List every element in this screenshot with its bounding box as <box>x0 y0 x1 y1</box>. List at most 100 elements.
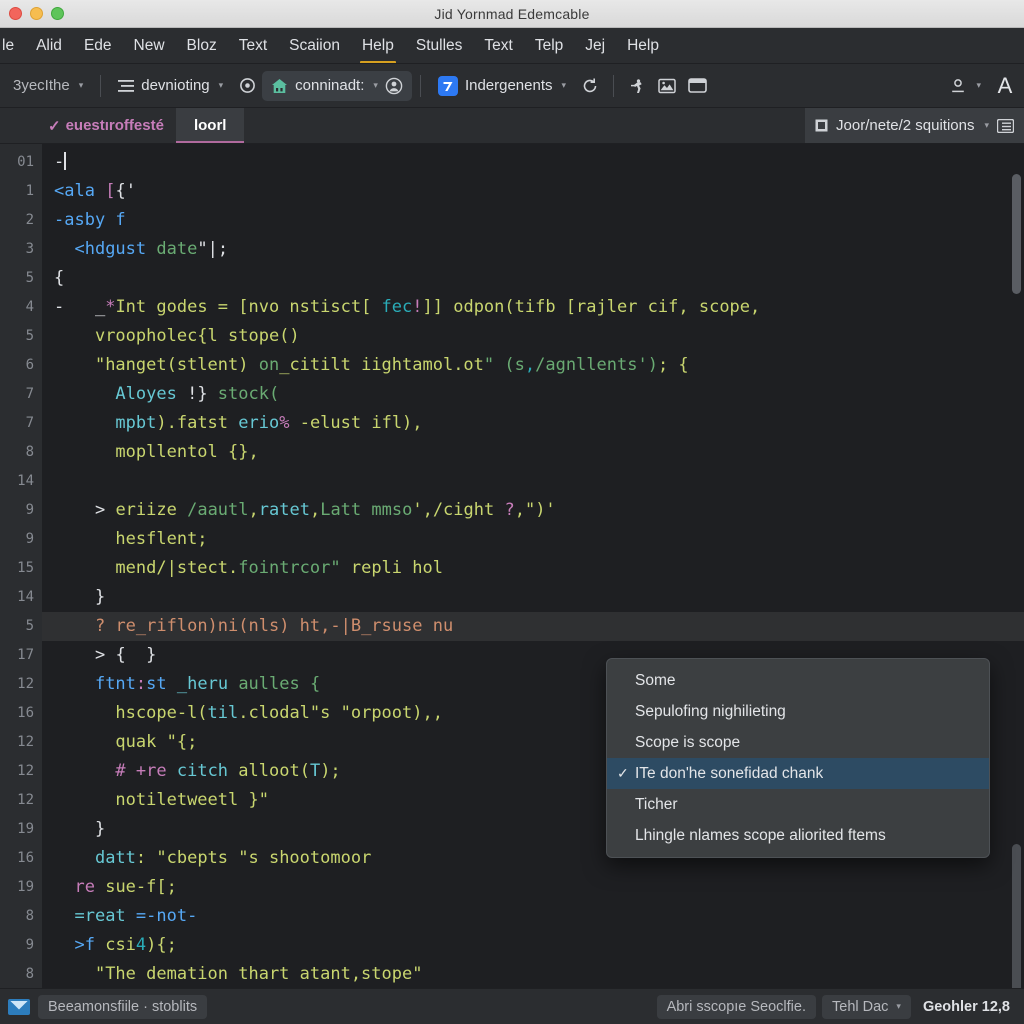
menu-item-4[interactable]: Bloz <box>177 33 227 59</box>
menu-item-8[interactable]: Stulles <box>406 33 473 59</box>
menu-item-label: Help <box>361 36 394 54</box>
code-line[interactable]: "hanget(stlent) on_citilt iightamol.ot" … <box>42 351 1024 380</box>
status-chip[interactable]: Abri sscopıe Seoclfie. <box>656 994 816 1019</box>
vertical-scrollbar-thumb[interactable] <box>1012 174 1021 294</box>
chevron-down-icon[interactable]: ▾ <box>219 80 224 91</box>
tab-strip-gutter <box>0 108 36 143</box>
code-line[interactable]: vroopholec{l stope() <box>42 322 1024 351</box>
code-token: > <box>94 645 116 665</box>
user-badge-icon[interactable] <box>385 77 403 95</box>
line-number: 7 <box>25 415 34 431</box>
code-token: * <box>105 297 116 317</box>
breadcrumb-branch[interactable]: ✓ euestıroffesté <box>36 108 176 143</box>
chevron-down-icon[interactable]: ▾ <box>976 80 981 91</box>
line-number-gutter: 01 1 2 3 5 4 5 6 7 7 8 14 9 9 15 14 5 17 12 16 12 12 12 19 16 19 8… <box>0 144 42 988</box>
menu-item-7[interactable]: Help <box>352 33 404 63</box>
context-menu-item[interactable]: ✓ ITe don'he sonefidad chank <box>607 758 989 789</box>
breadcrumb-branch-label: euestıroffesté <box>65 117 164 134</box>
code-line[interactable]: mopllentol {}, <box>42 438 1024 467</box>
code-token: .clodal"s "orpoot),, <box>238 703 443 723</box>
chevron-down-icon[interactable]: ▾ <box>896 1001 901 1012</box>
code-line[interactable]: hesflent; <box>42 525 1024 554</box>
code-line[interactable]: ? re_riflon)ni(nls) ht,-|B_rsuse nu <box>42 612 1024 641</box>
code-token: erio <box>238 413 280 433</box>
code-line[interactable]: "The demation thart atant,stope" <box>42 960 1024 988</box>
code-token: ? <box>504 500 515 520</box>
tab-right-chip[interactable]: Joor/nete/2 squitions ▾ <box>805 108 1024 143</box>
code-token: =-not- <box>135 906 198 926</box>
vertical-scrollbar-track[interactable] <box>1012 844 1021 988</box>
menu-item-11[interactable]: Jej <box>575 33 615 59</box>
context-menu-item[interactable]: Lhingle nlames scope aliorited ftems <box>607 820 989 851</box>
code-line[interactable]: -asby f <box>42 206 1024 235</box>
zoom-window-button[interactable] <box>51 7 64 20</box>
code-line[interactable]: - <box>42 148 1024 177</box>
code-line[interactable]: =reat =-not- <box>42 902 1024 931</box>
code-token: } <box>94 819 106 839</box>
tab-file[interactable]: loorl <box>175 108 245 143</box>
code-line[interactable]: mend/|stect.fointrcor" repli hol <box>42 554 1024 583</box>
avatar[interactable]: A <box>990 71 1020 101</box>
run-configuration-chip[interactable]: devnioting ▾ <box>109 71 232 101</box>
code-token: re_riflon)ni(nls) ht,-|B_rsuse <box>115 616 433 636</box>
context-menu-item[interactable]: Sepulofing nighilieting <box>607 696 989 727</box>
image-icon[interactable] <box>652 71 682 101</box>
code-token: +re <box>135 761 177 781</box>
code-line[interactable]: > eriize /aautl,ratet,Latt mmso',/cight … <box>42 496 1024 525</box>
menu-item-1[interactable]: Alid <box>26 33 72 59</box>
context-menu-item[interactable]: Ticher <box>607 789 989 820</box>
person-run-icon[interactable] <box>622 71 652 101</box>
line-number: 5 <box>25 328 34 344</box>
menu-item-5[interactable]: Text <box>229 33 277 59</box>
menu-item-12[interactable]: Help <box>617 33 669 59</box>
code-line[interactable]: re sue-f[; <box>42 873 1024 902</box>
code-line[interactable]: mpbt).fatst erio% -elust ifl), <box>42 409 1024 438</box>
chevron-down-icon[interactable]: ▾ <box>373 80 378 91</box>
chevron-down-icon[interactable]: ▾ <box>562 80 567 91</box>
target-icon[interactable] <box>232 71 262 101</box>
minimize-window-button[interactable] <box>30 7 43 20</box>
menu-item-9[interactable]: Text <box>474 33 522 59</box>
status-chip[interactable]: Tehl Dac ▾ <box>822 994 911 1019</box>
status-indicator[interactable]: Geohler 12,8 <box>917 995 1016 1019</box>
code-area[interactable]: - <ala [{' -asby f <hdgust date"|; {- _*Int… <box>42 144 1024 988</box>
code-token: st <box>146 674 177 694</box>
line-number: 14 <box>17 589 34 605</box>
menu-item-0[interactable]: le <box>0 33 24 59</box>
menu-item-6[interactable]: Scaiion <box>279 33 350 59</box>
indergenents-chip[interactable]: Indergenents ▾ <box>429 71 575 101</box>
list-view-icon[interactable] <box>997 118 1014 133</box>
code-line[interactable]: - _*Int godes = [nvo nstisct[ fec!]] odp… <box>42 293 1024 322</box>
context-menu-item[interactable]: Scope is scope <box>607 727 989 758</box>
code-line[interactable] <box>42 467 1024 496</box>
menu-item-label: Alid <box>36 36 62 54</box>
menu-item-2[interactable]: Ede <box>74 33 122 59</box>
code-line[interactable]: { <box>42 264 1024 293</box>
code-token: " (s <box>483 355 525 375</box>
context-menu[interactable]: Some Sepulofing nighilieting Scope is scop… <box>606 658 990 858</box>
blue-square-icon <box>437 75 458 96</box>
window-icon[interactable] <box>682 71 712 101</box>
code-editor[interactable]: 01 1 2 3 5 4 5 6 7 7 8 14 9 9 15 14 5 17 12 16 12 12 12 19 16 19 8… <box>0 144 1024 988</box>
menu-item-3[interactable]: New <box>124 33 175 59</box>
module-chip[interactable]: conninadt: ▾ <box>262 70 412 101</box>
menu-item-10[interactable]: Telp <box>525 33 573 59</box>
code-line[interactable]: <ala [{' <box>42 177 1024 206</box>
line-number: 01 <box>17 154 34 170</box>
status-left-chip[interactable]: Beeamonsfiile · stoblits <box>38 994 208 1019</box>
code-line[interactable]: >f csi4){; <box>42 931 1024 960</box>
code-line[interactable]: Aloyes !} stock( <box>42 380 1024 409</box>
project-chip[interactable]: 3yecIthe ▾ <box>4 71 92 101</box>
code-token: ratet <box>258 500 310 520</box>
chevron-down-icon[interactable]: ▾ <box>984 120 989 131</box>
close-window-button[interactable] <box>9 7 22 20</box>
menu-item-label: Ede <box>83 36 112 54</box>
refresh-icon[interactable] <box>575 71 605 101</box>
code-line[interactable]: } <box>42 583 1024 612</box>
line-number: 19 <box>17 821 34 837</box>
menu-bar: le Alid Ede New Bloz Text Scaiion Help Stulles Te… <box>0 28 1024 64</box>
code-line[interactable]: <hdgust date"|; <box>42 235 1024 264</box>
mail-icon[interactable] <box>8 998 30 1015</box>
context-menu-item[interactable]: Some <box>607 665 989 696</box>
account-chip[interactable]: ▾ <box>940 71 990 101</box>
